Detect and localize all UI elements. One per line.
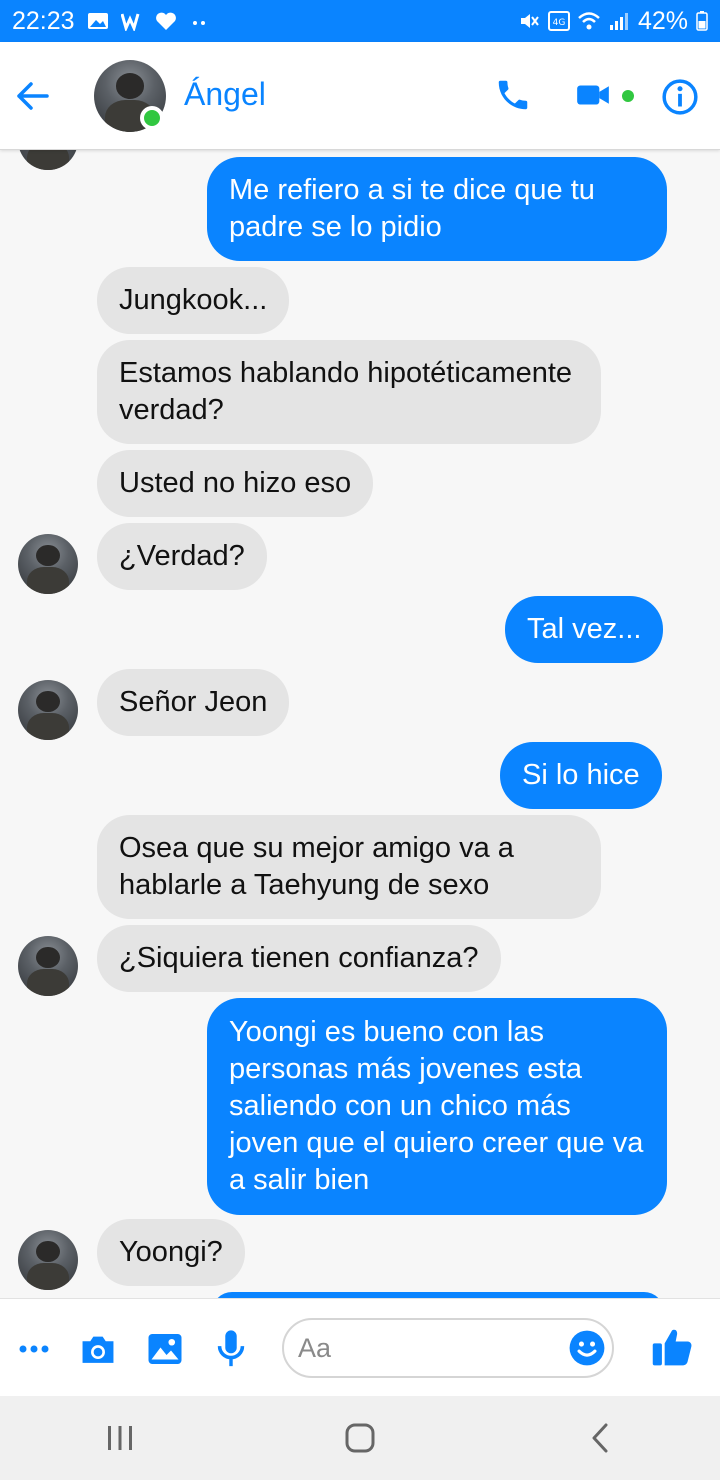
svg-text:4G: 4G: [553, 18, 566, 28]
thumbs-up-icon[interactable]: [650, 1325, 694, 1369]
contact-avatar-small: [18, 1230, 78, 1290]
online-status-indicator: [140, 106, 164, 130]
conversation-header: Ángel: [0, 42, 720, 150]
info-icon[interactable]: [661, 78, 701, 118]
message-bubble-incoming[interactable]: Estamos hablando hipotéticamente verdad?: [97, 340, 601, 444]
battery-level: 42%: [637, 6, 688, 35]
message-bubble-incoming[interactable]: Señor Jeon: [97, 669, 290, 736]
signal-icon: [608, 11, 630, 31]
mute-icon: [518, 11, 540, 31]
gallery-icon: [87, 11, 109, 31]
contact-avatar-small: [18, 936, 78, 996]
message-bubble-outgoing[interactable]: Yoongi es bueno con las personas más jov…: [207, 998, 667, 1215]
contact-avatar-small: [18, 150, 78, 170]
camera-icon[interactable]: [78, 1329, 118, 1369]
message-bubble-incoming[interactable]: Yoongi?: [97, 1219, 245, 1286]
message-input[interactable]: [282, 1318, 614, 1378]
system-navigation-bar: [0, 1396, 720, 1480]
heart-icon: [155, 11, 177, 31]
phone-icon[interactable]: [494, 76, 534, 116]
message-bubble-incoming[interactable]: Usted no hizo eso: [97, 450, 374, 517]
message-bubble-incoming[interactable]: ¿Siquiera tienen confianza?: [97, 925, 501, 992]
avatar-image: [18, 936, 78, 996]
message-bubble-incoming[interactable]: Osea que su mejor amigo va a hablarle a …: [97, 815, 601, 919]
recent-apps-icon[interactable]: [90, 1408, 150, 1468]
emoji-icon[interactable]: [568, 1329, 606, 1367]
video-camera-icon[interactable]: [574, 76, 614, 116]
message-composer: [0, 1298, 720, 1396]
w-icon: [120, 11, 143, 31]
contact-avatar[interactable]: [94, 60, 166, 132]
battery-icon: [696, 11, 708, 31]
back-arrow-icon[interactable]: [12, 76, 52, 116]
video-online-dot: [622, 90, 634, 102]
contact-avatar-small: [18, 534, 78, 594]
message-bubble-incoming[interactable]: ¿Verdad?: [97, 523, 267, 590]
home-icon[interactable]: [330, 1408, 390, 1468]
more-icon: [189, 11, 211, 31]
message-bubble-outgoing[interactable]: Tal vez...: [505, 596, 664, 663]
avatar-image: [18, 534, 78, 594]
contact-avatar-small: [18, 680, 78, 740]
message-bubble-outgoing[interactable]: Si lo hice: [500, 742, 662, 809]
message-bubble-incoming[interactable]: Jungkook...: [97, 267, 290, 334]
microphone-icon[interactable]: [211, 1329, 251, 1369]
more-dots-icon[interactable]: [14, 1329, 54, 1369]
message-bubble-outgoing[interactable]: Me refiero a si te dice que tu padre se …: [207, 157, 667, 261]
wifi-icon: [578, 11, 600, 31]
avatar-image: [18, 680, 78, 740]
avatar-image: [18, 1230, 78, 1290]
status-bar: 22:23 4G 42%: [0, 0, 720, 42]
back-icon[interactable]: [570, 1408, 630, 1468]
status-time: 22:23: [12, 6, 75, 35]
avatar-image: [18, 150, 78, 170]
volte-icon: 4G: [547, 11, 570, 31]
image-icon[interactable]: [145, 1329, 185, 1369]
message-list[interactable]: Me refiero a si te dice que tu padre se …: [0, 150, 720, 1298]
contact-name[interactable]: Ángel: [184, 76, 266, 113]
